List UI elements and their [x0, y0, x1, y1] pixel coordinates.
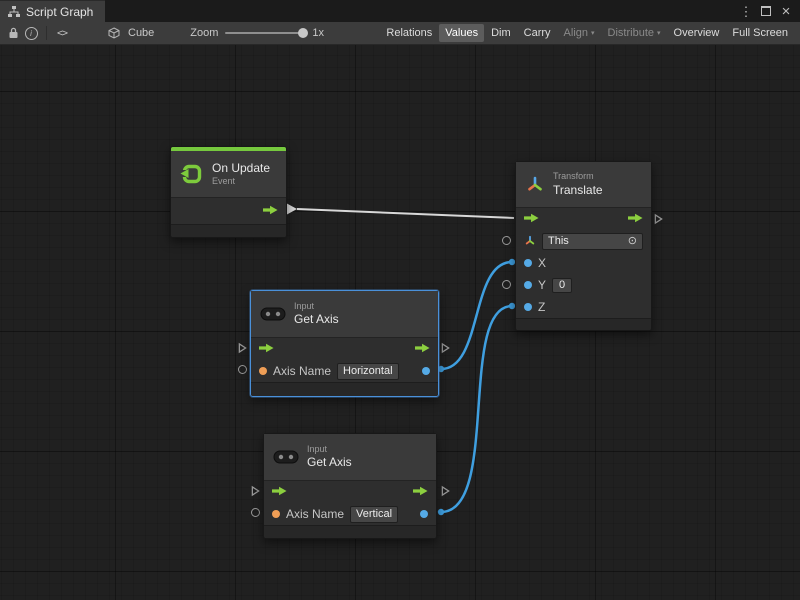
- y-port-row: Y 0: [516, 274, 651, 296]
- graph-toolbar: i <> Cube Zoom 1x Relations Values Dim C…: [0, 22, 800, 45]
- getaxis2-flow-in-socket[interactable]: [251, 484, 260, 502]
- align-button[interactable]: Align▾: [558, 24, 601, 42]
- object-picker-icon[interactable]: ⊙: [628, 236, 637, 247]
- target-object-selector[interactable]: Cube: [105, 24, 154, 42]
- flow-wire-arrowhead: [286, 203, 297, 215]
- carry-button[interactable]: Carry: [518, 24, 557, 42]
- axis-name-label: Axis Name: [273, 364, 331, 378]
- dim-button[interactable]: Dim: [485, 24, 517, 42]
- x-value-port[interactable]: [524, 259, 532, 267]
- get-axis-vertical-node[interactable]: Input Get Axis Axis Name Vertical: [263, 433, 437, 539]
- flow-output-port[interactable]: [413, 485, 428, 499]
- zoom-slider[interactable]: [225, 32, 305, 34]
- getaxis1-flow-out-socket[interactable]: [441, 341, 450, 359]
- maximize-icon[interactable]: [758, 3, 774, 19]
- y-port-label: Y: [538, 278, 546, 292]
- graph-canvas[interactable]: On Update Event Transform Translate: [0, 45, 800, 600]
- node-category: Transform: [553, 171, 603, 182]
- get-axis-horizontal-node[interactable]: Input Get Axis Axis Name Horizontal: [250, 290, 439, 397]
- node-title: On Update: [212, 161, 270, 176]
- tab-script-graph[interactable]: Script Graph: [0, 0, 105, 22]
- wire-vertical-to-z[interactable]: [441, 306, 512, 512]
- getaxis2-flow-out-socket[interactable]: [441, 484, 450, 502]
- transform-axes-icon: [525, 175, 545, 195]
- axis-name-row: Axis Name Vertical: [264, 503, 436, 525]
- node-title: Get Axis: [307, 455, 352, 470]
- lock-icon[interactable]: [4, 24, 22, 42]
- this-port-row: This ⊙: [516, 230, 651, 252]
- overview-button[interactable]: Overview: [668, 24, 726, 42]
- getaxis1-name-socket[interactable]: [238, 365, 247, 374]
- flow-output-port[interactable]: [263, 204, 278, 218]
- node-subtitle: Event: [212, 176, 270, 187]
- gamepad-icon: [273, 448, 299, 466]
- wire-horizontal-to-x[interactable]: [441, 262, 512, 369]
- z-value-port[interactable]: [524, 303, 532, 311]
- axis-name-field-vertical[interactable]: Vertical: [350, 506, 398, 523]
- tab-title: Script Graph: [26, 5, 93, 19]
- node-category: Input: [307, 444, 352, 455]
- full-screen-button[interactable]: Full Screen: [726, 24, 794, 42]
- result-port[interactable]: [420, 510, 428, 518]
- this-object-field[interactable]: This ⊙: [542, 233, 643, 250]
- window-menu-icon[interactable]: ⋮: [738, 3, 754, 19]
- edit-source-icon[interactable]: <>: [53, 24, 71, 42]
- translate-node[interactable]: Transform Translate This ⊙ X: [515, 161, 652, 331]
- distribute-button[interactable]: Distribute▾: [602, 24, 667, 42]
- y-port-socket[interactable]: [502, 280, 511, 289]
- window-titlebar: Script Graph ⋮ ×: [0, 0, 800, 22]
- axis-name-row: Axis Name Horizontal: [251, 360, 438, 382]
- mini-axes-icon: [524, 235, 536, 247]
- relations-button[interactable]: Relations: [380, 24, 438, 42]
- close-icon[interactable]: ×: [778, 3, 794, 19]
- y-value-field[interactable]: 0: [552, 278, 572, 293]
- wire-on-update-to-translate[interactable]: [297, 209, 514, 218]
- target-object-label: Cube: [128, 27, 154, 39]
- chevron-down-icon: ▾: [591, 29, 595, 37]
- translate-flow-out-socket[interactable]: [654, 212, 663, 230]
- result-port[interactable]: [422, 367, 430, 375]
- info-icon[interactable]: i: [22, 24, 40, 42]
- on-update-node[interactable]: On Update Event: [170, 146, 287, 238]
- flow-output-port[interactable]: [628, 212, 643, 226]
- axis-name-label: Axis Name: [286, 507, 344, 521]
- wire-endpoints: [438, 259, 515, 515]
- chevron-down-icon: ▾: [657, 29, 661, 37]
- zoom-label: Zoom: [190, 27, 218, 39]
- axis-name-field-horizontal[interactable]: Horizontal: [337, 363, 399, 380]
- flow-input-port[interactable]: [272, 485, 287, 499]
- getaxis1-flow-in-socket[interactable]: [238, 341, 247, 359]
- axis-name-port[interactable]: [259, 367, 267, 375]
- z-port-label: Z: [538, 300, 545, 314]
- node-category: Input: [294, 301, 339, 312]
- script-graph-icon: [8, 6, 20, 18]
- node-title: Get Axis: [294, 312, 339, 327]
- flow-input-port[interactable]: [524, 212, 539, 226]
- node-title: Translate: [553, 183, 603, 198]
- getaxis2-name-socket[interactable]: [251, 508, 260, 517]
- x-port-row: X: [516, 252, 651, 274]
- cube-icon: [105, 24, 123, 42]
- loop-icon: [180, 162, 204, 186]
- values-button[interactable]: Values: [439, 24, 484, 42]
- flow-output-port[interactable]: [415, 342, 430, 356]
- zoom-slider-knob[interactable]: [298, 28, 308, 38]
- this-port-socket[interactable]: [502, 236, 511, 245]
- flow-input-port[interactable]: [259, 342, 274, 356]
- z-port-row: Z: [516, 296, 651, 318]
- axis-name-port[interactable]: [272, 510, 280, 518]
- toolbar-separator: [46, 26, 47, 40]
- x-port-label: X: [538, 256, 546, 270]
- gamepad-icon: [260, 305, 286, 323]
- y-value-port[interactable]: [524, 281, 532, 289]
- zoom-value: 1x: [312, 27, 324, 39]
